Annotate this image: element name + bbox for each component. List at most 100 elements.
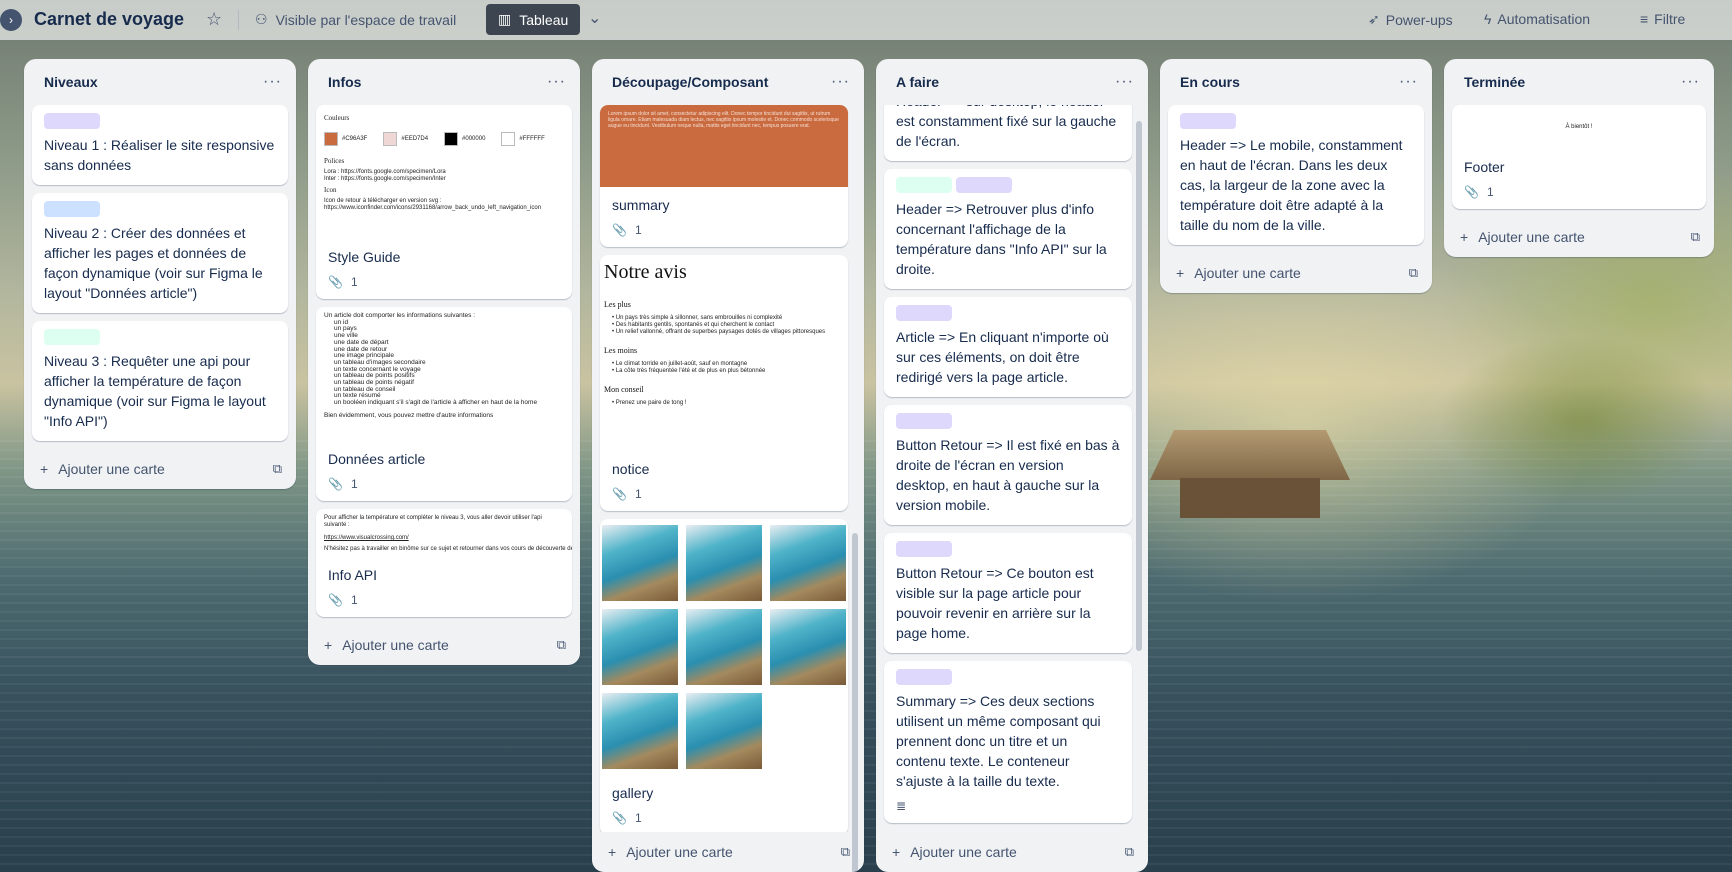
add-card-button[interactable]: + Ajouter une carte ⧉ (24, 449, 296, 489)
list-title[interactable]: Terminée (1464, 74, 1525, 90)
list-en-cours: En cours ··· Header => Le mobile, consta… (1160, 59, 1432, 293)
card-cover-info-api: Pour afficher la température et compléte… (324, 515, 572, 552)
card[interactable]: gallery 📎 1 (600, 519, 848, 832)
card-label-purple[interactable] (896, 413, 952, 429)
expand-sidebar-button[interactable]: › (0, 9, 22, 31)
card-title: Niveau 2 : Créer des données et afficher… (44, 225, 263, 301)
filter-button[interactable]: ≡ Filtre (1640, 11, 1685, 27)
card-label-green[interactable] (896, 177, 952, 193)
add-card-button[interactable]: + Ajouter une carte ⧉ (308, 625, 580, 665)
card-label-purple[interactable] (956, 177, 1012, 193)
template-icon[interactable]: ⧉ (1691, 229, 1700, 245)
card-title: Header => sur desktop, le header est con… (896, 105, 1117, 149)
card[interactable]: Lorem ipsum dolor sit amet, consectetur … (600, 105, 848, 247)
card[interactable]: Niveau 2 : Créer des données et afficher… (32, 193, 288, 313)
card[interactable]: Niveau 1 : Réaliser le site responsive s… (32, 105, 288, 185)
template-icon[interactable]: ⧉ (841, 844, 850, 860)
filter-label: Filtre (1654, 11, 1686, 27)
card-title: Niveau 1 : Réaliser le site responsive s… (44, 137, 275, 173)
list-decoupage: Découpage/Composant ··· Lorem ipsum dolo… (592, 59, 864, 872)
plus-icon: + (892, 844, 901, 860)
card[interactable]: À bientôt ! Footer 📎 1 (1452, 105, 1706, 209)
card[interactable]: Un article doit comporter les informatio… (316, 307, 572, 501)
board-header: › Carnet de voyage ☆ ⚇ Visible par l'esp… (0, 0, 1732, 40)
gallery-image (770, 609, 846, 685)
more-icon[interactable]: ··· (1681, 73, 1700, 91)
gallery-image (770, 525, 846, 601)
paperclip-icon: 📎 (612, 811, 627, 825)
card-label-purple[interactable] (896, 305, 952, 321)
more-icon[interactable]: ··· (263, 73, 282, 91)
board-icon: ▥ (498, 11, 512, 27)
gallery-image (602, 609, 678, 685)
card[interactable]: Couleurs #C96A3F #EED7D4 #000000 #FFFFFF… (316, 105, 572, 299)
card[interactable]: Button Retour => Ce bouton est visible s… (884, 533, 1132, 653)
card[interactable]: Pour afficher la température et compléte… (316, 509, 572, 617)
card-label-purple[interactable] (896, 669, 952, 685)
card[interactable]: Header => Le mobile, constamment en haut… (1168, 105, 1424, 245)
attachment-badge: 📎 1 (612, 811, 642, 825)
visibility-label: Visible par l'espace de travail (275, 11, 457, 28)
template-icon[interactable]: ⧉ (1409, 265, 1418, 281)
template-icon[interactable]: ⧉ (557, 637, 566, 653)
template-icon[interactable]: ⧉ (1125, 844, 1134, 860)
list-title[interactable]: Infos (328, 74, 361, 90)
list-title[interactable]: A faire (896, 74, 939, 90)
card[interactable]: Article => En cliquant n'importe où sur … (884, 297, 1132, 397)
add-card-button[interactable]: + Ajouter une carte ⧉ (1160, 253, 1432, 293)
attachment-badge: 📎 1 (612, 487, 642, 501)
more-icon[interactable]: ··· (1399, 73, 1418, 91)
card[interactable]: Header => sur desktop, le header est con… (884, 105, 1132, 161)
card-label-purple[interactable] (44, 113, 100, 129)
add-card-button[interactable]: + Ajouter une carte ⧉ (876, 832, 1148, 872)
powerups-label: Power-ups (1385, 11, 1453, 28)
card-title: Header => Le mobile, constamment en haut… (1180, 137, 1403, 233)
card[interactable]: Header => Retrouver plus d'info concerna… (884, 169, 1132, 289)
paperclip-icon: 📎 (328, 477, 343, 491)
board-view-button[interactable]: ▥ Tableau (486, 4, 581, 35)
paperclip-icon: 📎 (612, 223, 627, 237)
board-title[interactable]: Carnet de voyage (34, 9, 184, 30)
card-title: gallery (612, 785, 654, 801)
list-niveaux: Niveaux ··· Niveau 1 : Réaliser le site … (24, 59, 296, 489)
card-label-purple[interactable] (1180, 113, 1236, 129)
card[interactable]: Niveau 3 : Requêter une api pour affiche… (32, 321, 288, 441)
card-label-purple[interactable] (896, 541, 952, 557)
gallery-image (602, 525, 678, 601)
paperclip-icon: 📎 (328, 593, 343, 607)
automation-button[interactable]: ϟ Automatisation (1484, 11, 1590, 27)
list-title[interactable]: En cours (1180, 74, 1240, 90)
visibility-button[interactable]: ⚇ Visible par l'espace de travail (255, 11, 456, 28)
attachment-badge: 📎 1 (1464, 185, 1494, 199)
powerups-button[interactable]: ➶ Power-ups (1368, 11, 1453, 28)
star-icon[interactable]: ☆ (206, 9, 222, 30)
card-title: summary (612, 197, 670, 213)
more-icon[interactable]: ··· (831, 73, 850, 91)
scrollbar[interactable] (852, 533, 858, 872)
chevron-down-icon[interactable]: ⌄ (588, 8, 601, 28)
card[interactable]: Button Retour => Il est fixé en bas à dr… (884, 405, 1132, 525)
swatch (501, 132, 516, 146)
list-title[interactable]: Niveaux (44, 74, 98, 90)
plus-icon: + (40, 461, 49, 477)
card-title: Button Retour => Il est fixé en bas à dr… (896, 437, 1120, 513)
template-icon[interactable]: ⧉ (273, 461, 282, 477)
background-hut (1150, 430, 1350, 520)
scrollbar[interactable] (1136, 121, 1142, 651)
add-card-button[interactable]: + Ajouter une carte ⧉ (1444, 217, 1714, 257)
people-icon: ⚇ (255, 11, 268, 27)
card-title: Données article (328, 451, 426, 467)
card-title: Summary => Ces deux sections utilisent u… (896, 693, 1101, 789)
card-label-green[interactable] (44, 329, 100, 345)
more-icon[interactable]: ··· (547, 73, 566, 91)
automation-label: Automatisation (1497, 11, 1591, 27)
card-cover-footer: À bientôt ! (1565, 123, 1593, 130)
card[interactable]: Summary => Ces deux sections utilisent u… (884, 661, 1132, 823)
card-cover-gallery (600, 519, 848, 775)
card-label-blue[interactable] (44, 201, 100, 217)
card[interactable]: Notre avis Les plus • Un pays très simpl… (600, 255, 848, 511)
list-title[interactable]: Découpage/Composant (612, 74, 768, 90)
add-card-button[interactable]: + Ajouter une carte ⧉ (592, 832, 864, 872)
more-icon[interactable]: ··· (1115, 73, 1134, 91)
add-card-label: Ajouter une carte (342, 637, 449, 653)
